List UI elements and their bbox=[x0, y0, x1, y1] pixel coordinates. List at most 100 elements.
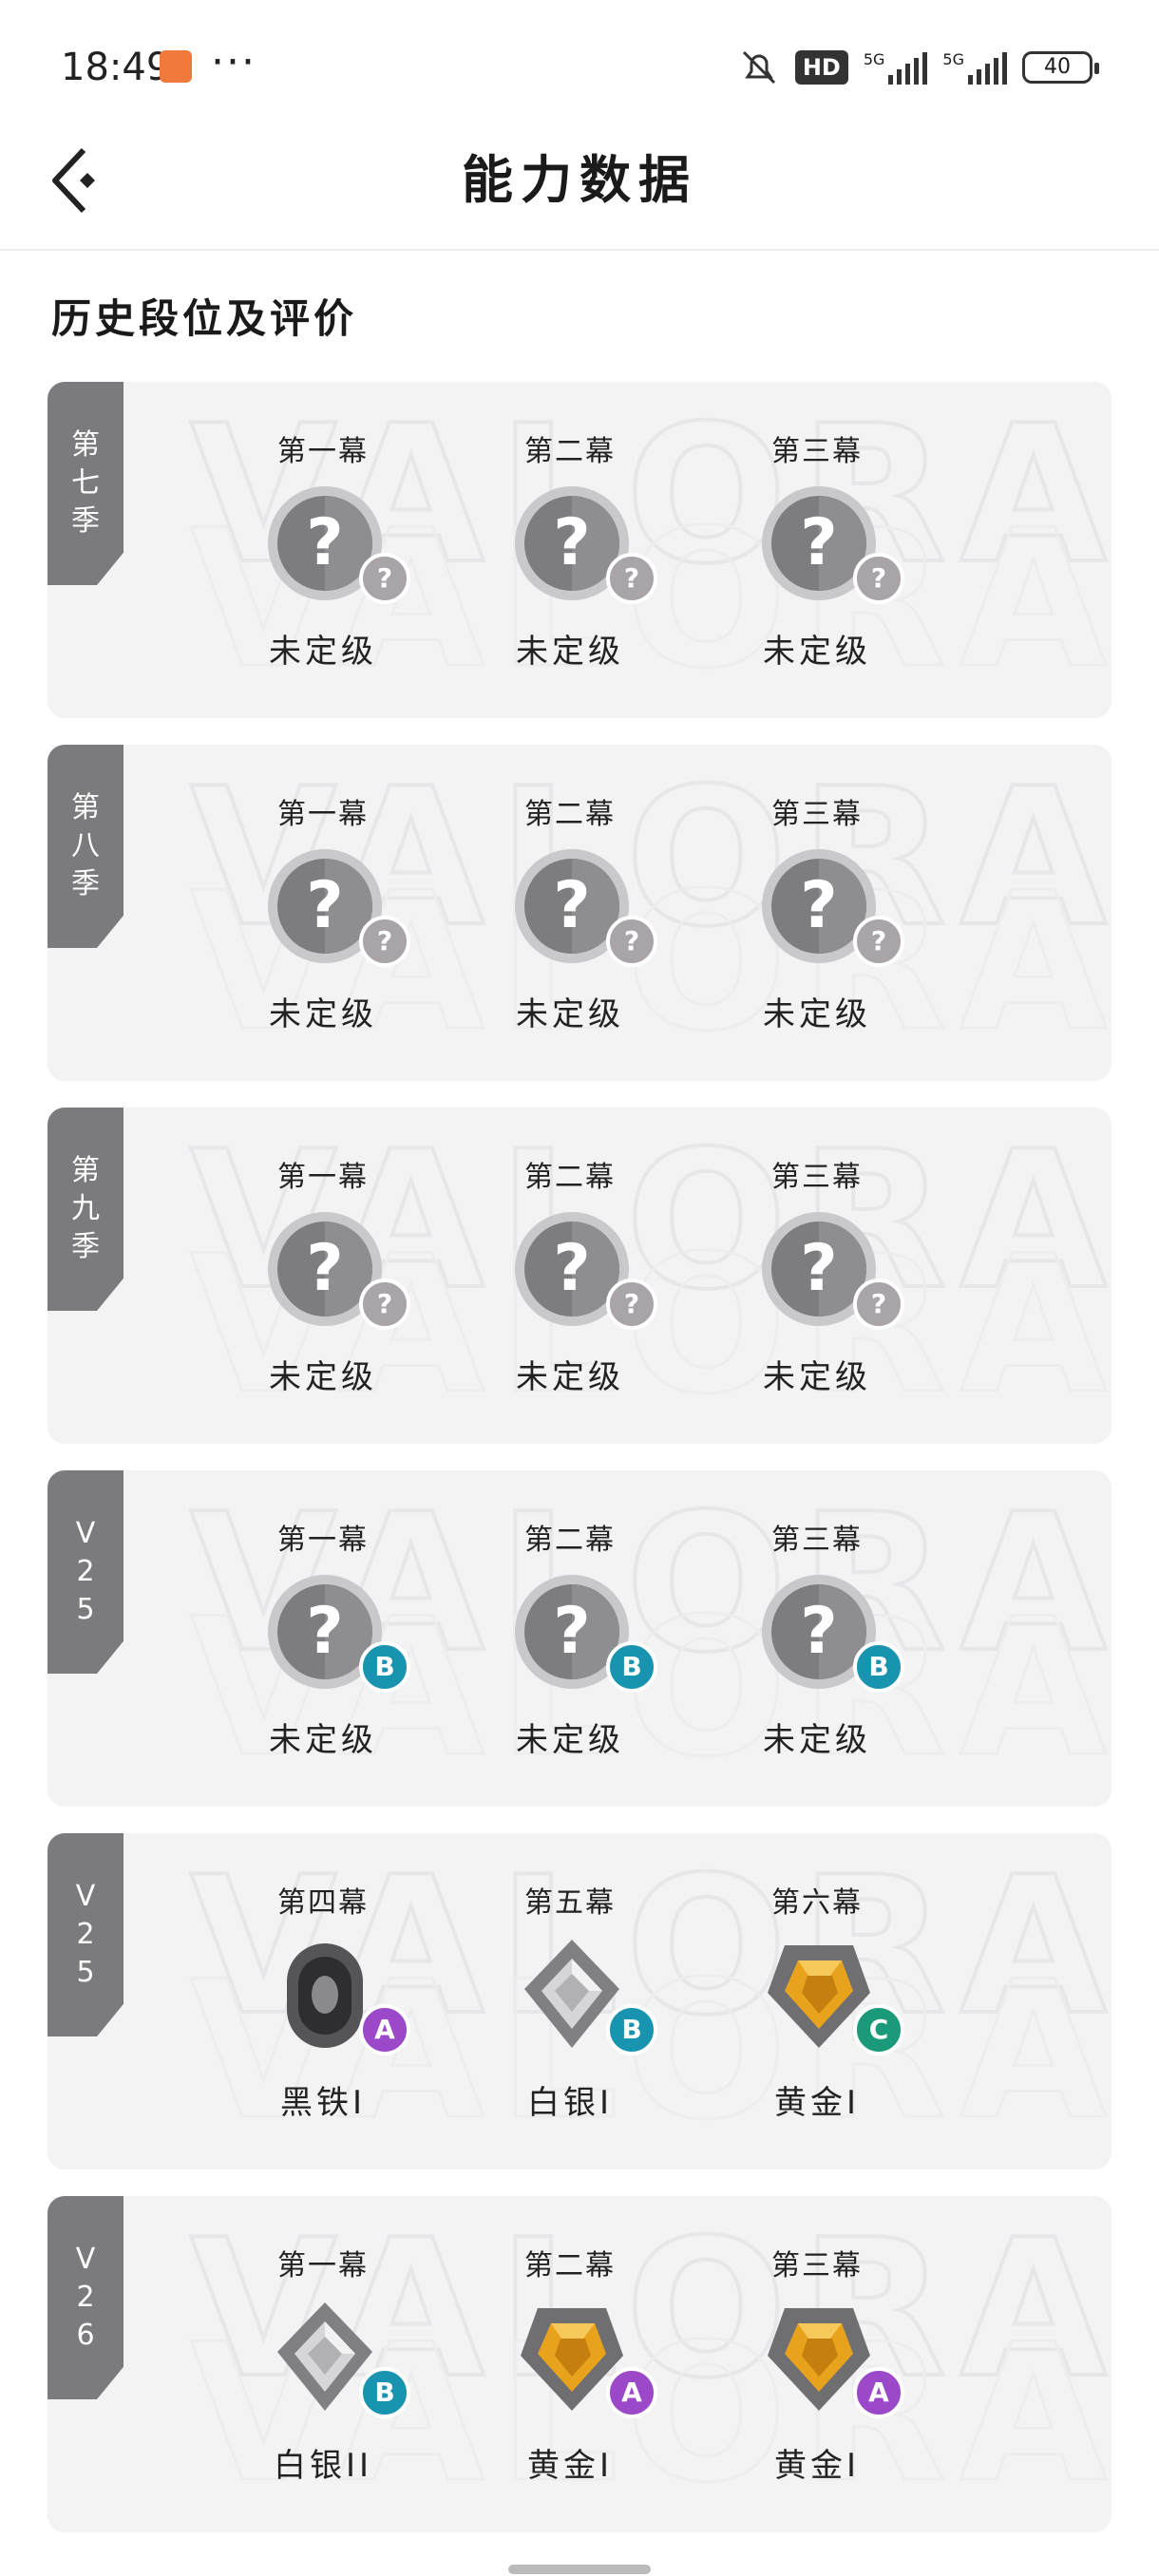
act-label: 第二幕 bbox=[524, 1524, 616, 1557]
svg-text:?: ? bbox=[306, 868, 343, 943]
rating-badge: B bbox=[606, 2004, 657, 2055]
svg-text:?: ? bbox=[553, 1594, 590, 1669]
rank-name: 未定级 bbox=[763, 995, 871, 1033]
rating-badge: B bbox=[359, 2367, 410, 2418]
act-rank-item[interactable]: 第三幕 A 黄金I bbox=[722, 2196, 912, 2532]
season-tag: V26 bbox=[48, 2196, 124, 2399]
act-rank-item[interactable]: 第一幕?? 未定级 bbox=[228, 382, 418, 718]
battery-icon: 40 bbox=[1022, 51, 1099, 84]
svg-text:?: ? bbox=[800, 1231, 837, 1306]
act-rank-item[interactable]: 第一幕?? 未定级 bbox=[228, 745, 418, 1081]
act-rank-item[interactable]: 第四幕 A 黑铁I bbox=[228, 1833, 418, 2169]
rank-name: 未定级 bbox=[269, 633, 377, 671]
act-rank-item[interactable]: 第一幕? B 未定级 bbox=[228, 1470, 418, 1807]
rank-name: 黄金I bbox=[526, 2447, 614, 2485]
svg-text:?: ? bbox=[553, 505, 590, 580]
act-label: 第六幕 bbox=[771, 1886, 863, 1920]
svg-text:?: ? bbox=[553, 1231, 590, 1306]
act-rank-item[interactable]: 第五幕 B 白银I bbox=[475, 1833, 665, 2169]
act-rank-item[interactable]: 第三幕?? 未定级 bbox=[722, 1108, 912, 1444]
act-label: 第一幕 bbox=[277, 798, 369, 831]
svg-text:?: ? bbox=[800, 505, 837, 580]
rating-badge: B bbox=[853, 1641, 904, 1693]
act-rank-item[interactable]: 第二幕 A 黄金I bbox=[475, 2196, 665, 2532]
season-card: VALORANTVALORANT第八季第一幕??未定级第二幕??未定级第三幕??… bbox=[48, 745, 1112, 1081]
act-label: 第三幕 bbox=[771, 798, 863, 831]
act-label: 第一幕 bbox=[277, 435, 369, 468]
act-rank-item[interactable]: 第二幕?? 未定级 bbox=[475, 745, 665, 1081]
season-tag: V25 bbox=[48, 1470, 124, 1674]
rating-badge: ? bbox=[853, 916, 904, 967]
rating-badge: ? bbox=[853, 553, 904, 604]
app-notification-icon bbox=[160, 50, 192, 83]
act-label: 第二幕 bbox=[524, 798, 616, 831]
season-tag: 第八季 bbox=[48, 745, 124, 948]
rank-name: 未定级 bbox=[516, 1358, 624, 1396]
act-rank-item[interactable]: 第二幕? B 未定级 bbox=[475, 1470, 665, 1807]
rating-badge: A bbox=[853, 2367, 904, 2418]
rank-name: 未定级 bbox=[763, 1721, 871, 1759]
rank-name: 黑铁I bbox=[279, 2084, 367, 2122]
act-rank-item[interactable]: 第一幕 B 白银II bbox=[228, 2196, 418, 2532]
act-rank-item[interactable]: 第六幕 C 黄金I bbox=[722, 1833, 912, 2169]
act-label: 第二幕 bbox=[524, 2249, 616, 2282]
signal-icon-2: 5G bbox=[942, 50, 1007, 85]
rating-badge: ? bbox=[359, 916, 410, 967]
season-card: VALORANTVALORANT第九季第一幕??未定级第二幕??未定级第三幕??… bbox=[48, 1108, 1112, 1444]
svg-text:?: ? bbox=[800, 1594, 837, 1669]
rating-badge: ? bbox=[359, 553, 410, 604]
act-label: 第三幕 bbox=[771, 1161, 863, 1194]
svg-text:?: ? bbox=[306, 1594, 343, 1669]
rating-badge: ? bbox=[606, 916, 657, 967]
rank-name: 黄金I bbox=[773, 2447, 861, 2485]
rating-badge: ? bbox=[606, 553, 657, 604]
home-indicator[interactable] bbox=[508, 2565, 651, 2574]
season-tag: V25 bbox=[48, 1833, 124, 2036]
mute-bell-icon bbox=[742, 50, 775, 85]
status-time: 18:49 bbox=[61, 46, 171, 89]
hd-icon: HD bbox=[794, 50, 848, 85]
rank-name: 未定级 bbox=[516, 1721, 624, 1759]
act-rank-item[interactable]: 第三幕? B 未定级 bbox=[722, 1470, 912, 1807]
rank-name: 黄金I bbox=[773, 2084, 861, 2122]
rank-name: 未定级 bbox=[516, 995, 624, 1033]
act-label: 第五幕 bbox=[524, 1886, 616, 1920]
act-rank-item[interactable]: 第二幕?? 未定级 bbox=[475, 1108, 665, 1444]
svg-text:?: ? bbox=[800, 868, 837, 943]
season-tag: 第七季 bbox=[48, 382, 124, 585]
svg-text:?: ? bbox=[553, 868, 590, 943]
page-title: 能力数据 bbox=[462, 150, 697, 210]
section-title: 历史段位及评价 bbox=[51, 295, 358, 342]
act-rank-item[interactable]: 第三幕?? 未定级 bbox=[722, 745, 912, 1081]
season-card: VALORANTVALORANTV25第四幕A黑铁I第五幕B白银I第六幕C黄金I bbox=[48, 1833, 1112, 2169]
rank-name: 未定级 bbox=[269, 995, 377, 1033]
rank-name: 未定级 bbox=[269, 1721, 377, 1759]
rating-badge: B bbox=[359, 1641, 410, 1693]
status-bar: 18:49 ··· HD 5G 5G 40 bbox=[0, 0, 1159, 133]
rank-name: 未定级 bbox=[269, 1358, 377, 1396]
season-tag: 第九季 bbox=[48, 1108, 124, 1311]
rating-badge: A bbox=[606, 2367, 657, 2418]
rating-badge: ? bbox=[853, 1279, 904, 1330]
act-label: 第三幕 bbox=[771, 2249, 863, 2282]
act-rank-item[interactable]: 第三幕?? 未定级 bbox=[722, 382, 912, 718]
rating-badge: ? bbox=[606, 1279, 657, 1330]
more-notifications-icon: ··· bbox=[211, 38, 256, 86]
season-card: VALORANTVALORANTV26第一幕B白银II第二幕A黄金I第三幕A黄金… bbox=[48, 2196, 1112, 2532]
act-label: 第三幕 bbox=[771, 1524, 863, 1557]
rank-name: 未定级 bbox=[763, 1358, 871, 1396]
act-rank-item[interactable]: 第一幕?? 未定级 bbox=[228, 1108, 418, 1444]
rank-name: 未定级 bbox=[516, 633, 624, 671]
act-rank-item[interactable]: 第二幕?? 未定级 bbox=[475, 382, 665, 718]
rating-badge: C bbox=[853, 2004, 904, 2055]
season-card: VALORANTVALORANT第七季第一幕??未定级第二幕??未定级第三幕??… bbox=[48, 382, 1112, 718]
act-label: 第三幕 bbox=[771, 435, 863, 468]
act-label: 第二幕 bbox=[524, 1161, 616, 1194]
rank-name: 未定级 bbox=[763, 633, 871, 671]
svg-text:?: ? bbox=[306, 1231, 343, 1306]
status-icons: HD 5G 5G 40 bbox=[738, 44, 1099, 91]
signal-icon: 5G bbox=[864, 50, 928, 85]
rating-badge: B bbox=[606, 1641, 657, 1693]
act-label: 第一幕 bbox=[277, 2249, 369, 2282]
act-label: 第一幕 bbox=[277, 1524, 369, 1557]
